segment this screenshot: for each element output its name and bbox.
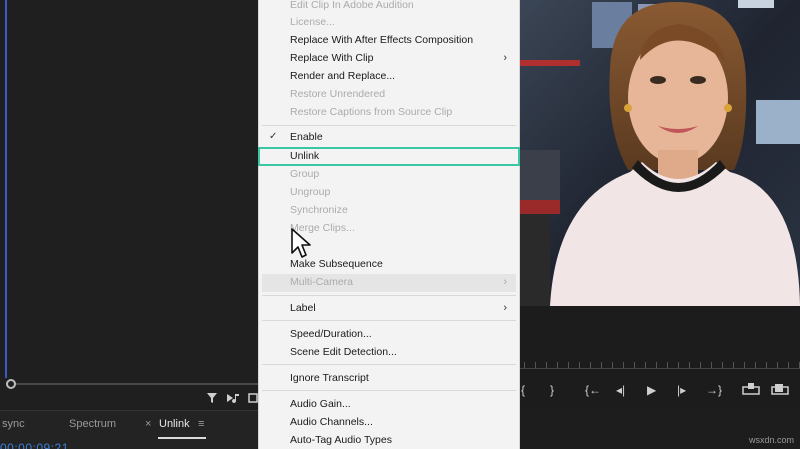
menu-item-ungroup[interactable]: Ungroup bbox=[259, 183, 519, 201]
menu-item-label: Replace With After Effects Composition bbox=[290, 34, 474, 46]
menu-item-label: Replace With Clip bbox=[290, 52, 374, 64]
menu-item-restore-captions[interactable]: Restore Captions from Source Clip bbox=[259, 103, 519, 121]
menu-separator bbox=[262, 295, 516, 296]
menu-item-label: License... bbox=[290, 16, 335, 28]
go-to-in-button[interactable]: {← bbox=[585, 382, 601, 398]
insert-icon[interactable] bbox=[742, 382, 760, 400]
menu-item-enable[interactable]: ✓ Enable bbox=[259, 128, 519, 146]
menu-item-label: Make Subsequence bbox=[290, 258, 383, 270]
menu-item-ignore-transcript[interactable]: Ignore Transcript bbox=[259, 369, 519, 387]
step-back-button[interactable]: ◂| bbox=[616, 382, 625, 398]
menu-item-audio-gain[interactable]: Audio Gain... bbox=[259, 395, 519, 413]
wrench-icon[interactable] bbox=[248, 392, 258, 407]
step-forward-button[interactable]: |▸ bbox=[677, 382, 686, 398]
menu-item-label: Audio Channels... bbox=[290, 416, 373, 428]
menu-item-label: Edit Clip In Adobe Audition bbox=[290, 0, 414, 11]
bottom-right-panel: wsxdn.com bbox=[520, 410, 800, 449]
mouse-cursor-icon bbox=[290, 227, 312, 259]
scrollbar-track[interactable] bbox=[12, 383, 260, 385]
menu-item-label: Speed/Duration... bbox=[290, 328, 372, 340]
timecode-display[interactable]: 00:00:09:21 bbox=[0, 441, 69, 449]
menu-item-label-submenu[interactable]: Label › bbox=[259, 299, 519, 317]
menu-item-speed-duration[interactable]: Speed/Duration... bbox=[259, 325, 519, 343]
menu-item-group[interactable]: Group bbox=[259, 165, 519, 183]
program-monitor-video[interactable] bbox=[520, 0, 800, 306]
tab-spectrum[interactable]: Spectrum bbox=[69, 418, 116, 430]
menu-item-license[interactable]: License... bbox=[259, 13, 519, 31]
menu-item-render-and-replace[interactable]: Render and Replace... bbox=[259, 67, 519, 85]
menu-item-label: Synchronize bbox=[290, 204, 348, 216]
zoom-scrollbar[interactable] bbox=[6, 379, 260, 391]
submenu-arrow-icon: › bbox=[503, 276, 507, 288]
mark-in-button[interactable]: { bbox=[521, 382, 525, 398]
timeline-track-line bbox=[520, 368, 800, 369]
menu-item-replace-with-clip[interactable]: Replace With Clip › bbox=[259, 49, 519, 67]
mark-out-button[interactable]: } bbox=[550, 382, 554, 398]
timeline-toolbar bbox=[200, 392, 258, 408]
menu-item-label: Label bbox=[290, 302, 316, 314]
menu-item-audio-channels[interactable]: Audio Channels... bbox=[259, 413, 519, 431]
bottom-panel-tabs: sync Spectrum × Unlink ≡ 00:00:09:21 bbox=[0, 410, 258, 449]
menu-item-auto-tag-audio[interactable]: Auto-Tag Audio Types bbox=[259, 431, 519, 449]
context-menu: Edit Clip In Adobe Audition License... R… bbox=[258, 0, 520, 449]
menu-item-edit-in-audition[interactable]: Edit Clip In Adobe Audition bbox=[259, 0, 519, 14]
menu-item-label: Auto-Tag Audio Types bbox=[290, 434, 392, 446]
tab-sync[interactable]: sync bbox=[2, 418, 25, 430]
menu-item-restore-unrendered[interactable]: Restore Unrendered bbox=[259, 85, 519, 103]
active-tab-underline bbox=[158, 437, 206, 439]
tab-unlink-close-icon[interactable]: × bbox=[145, 418, 151, 430]
menu-item-scene-edit-detection[interactable]: Scene Edit Detection... bbox=[259, 343, 519, 361]
unlink-highlight-box bbox=[258, 147, 520, 166]
scrollbar-handle[interactable] bbox=[6, 379, 16, 389]
tab-unlink[interactable]: Unlink bbox=[159, 418, 190, 430]
overwrite-icon[interactable] bbox=[771, 382, 789, 400]
watermark-text: wsxdn.com bbox=[748, 435, 794, 445]
panel-menu-icon[interactable]: ≡ bbox=[198, 418, 204, 430]
go-to-out-button[interactable]: →} bbox=[706, 382, 722, 398]
submenu-arrow-icon: › bbox=[503, 52, 507, 64]
menu-item-multi-camera[interactable]: Multi-Camera › bbox=[259, 273, 519, 291]
menu-item-label: Ungroup bbox=[290, 186, 331, 198]
menu-item-label: Restore Unrendered bbox=[290, 88, 386, 100]
check-icon: ✓ bbox=[269, 131, 278, 142]
menu-item-replace-with-ae-comp[interactable]: Replace With After Effects Composition bbox=[259, 31, 519, 49]
menu-item-label: Multi-Camera bbox=[290, 276, 354, 288]
playhead-line bbox=[5, 0, 7, 378]
menu-item-label: Group bbox=[290, 168, 320, 180]
menu-item-label: Scene Edit Detection... bbox=[290, 346, 397, 358]
menu-item-label: Enable bbox=[290, 131, 323, 143]
play-button[interactable]: ▶ bbox=[647, 382, 656, 398]
menu-item-label: Ignore Transcript bbox=[290, 372, 369, 384]
audio-icon[interactable] bbox=[226, 392, 242, 407]
filter-icon[interactable] bbox=[206, 392, 218, 407]
menu-separator bbox=[262, 320, 516, 321]
menu-separator bbox=[262, 125, 516, 126]
menu-item-label: Restore Captions from Source Clip bbox=[290, 106, 453, 118]
menu-separator bbox=[262, 364, 516, 365]
menu-item-label: Audio Gain... bbox=[290, 398, 351, 410]
menu-separator bbox=[262, 390, 516, 391]
menu-item-label: Render and Replace... bbox=[290, 70, 396, 82]
submenu-arrow-icon: › bbox=[503, 302, 507, 314]
timeline-panel[interactable] bbox=[0, 0, 258, 410]
menu-item-synchronize[interactable]: Synchronize bbox=[259, 201, 519, 219]
